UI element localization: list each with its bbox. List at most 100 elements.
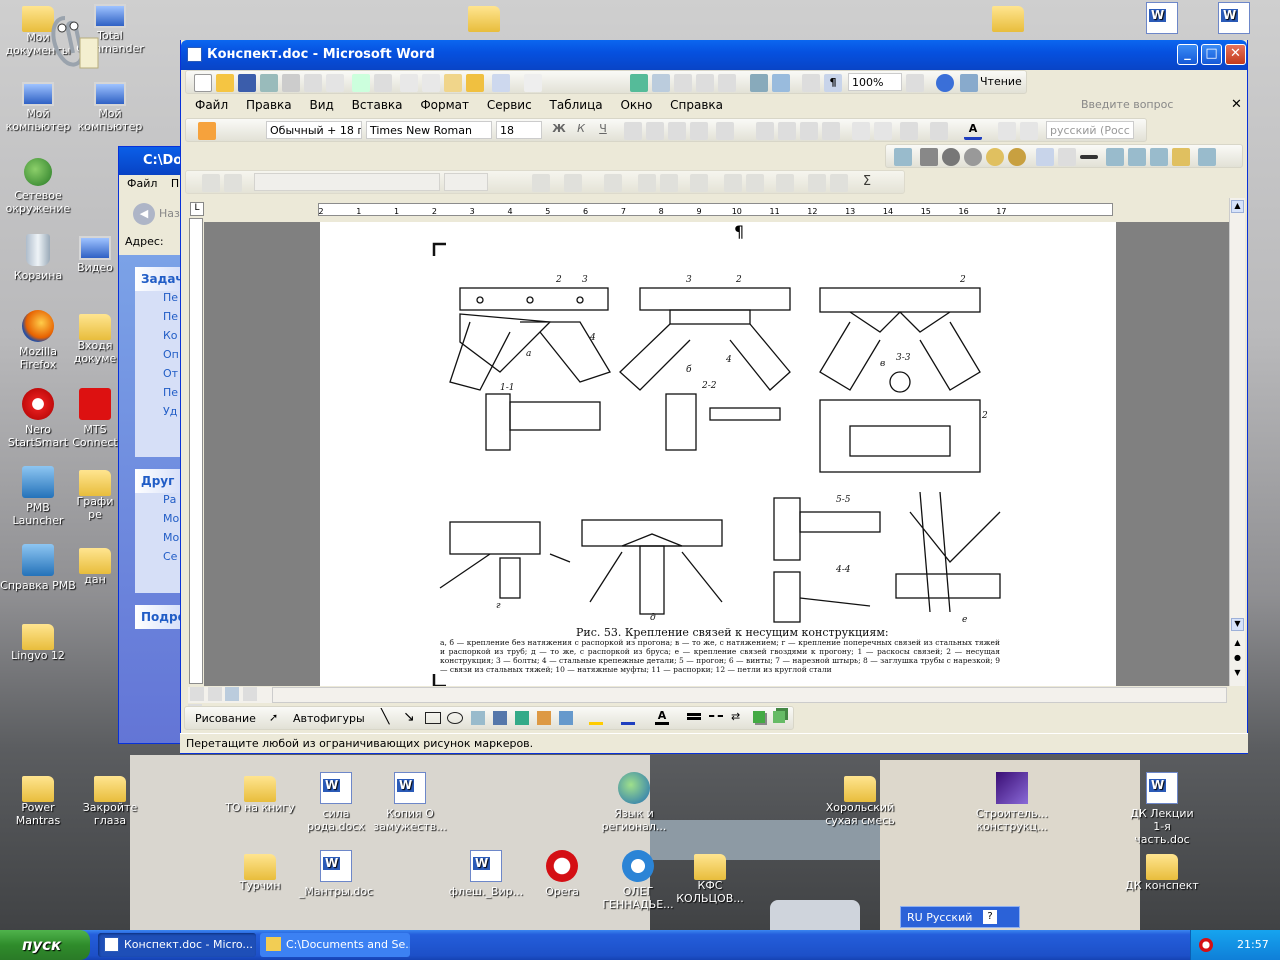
technical-figure[interactable]: 2 3а4 23б4 2в3-32 1-1 2-25-54-4 гд е Рис. 5… bbox=[320, 222, 1116, 686]
italic-icon[interactable]: К bbox=[572, 122, 590, 140]
menu-view[interactable]: Вид bbox=[309, 98, 333, 112]
tab-selector[interactable]: L bbox=[190, 202, 204, 216]
taskbar-item-word[interactable]: Конспект.doc - Micro... bbox=[98, 933, 256, 957]
zoom-field[interactable]: 100% bbox=[848, 73, 902, 91]
permission-icon[interactable] bbox=[260, 74, 278, 92]
word-app-icon[interactable] bbox=[187, 47, 202, 62]
help-icon[interactable] bbox=[936, 74, 954, 92]
brightness-up-icon[interactable] bbox=[986, 148, 1004, 166]
underline-icon[interactable]: Ч bbox=[594, 122, 612, 140]
menu-format[interactable]: Формат bbox=[420, 98, 469, 112]
align-center-icon[interactable] bbox=[646, 122, 664, 140]
menu-close-icon[interactable]: ✕ bbox=[1231, 97, 1242, 112]
normal-view-icon[interactable] bbox=[190, 687, 204, 701]
draw-table-icon[interactable] bbox=[202, 174, 220, 192]
desktop-icon-dk-konspekt[interactable]: ДК конспект bbox=[1124, 850, 1200, 892]
highlight-icon[interactable] bbox=[198, 122, 216, 140]
desktop-icon-to-book[interactable]: ТО на книгу bbox=[222, 772, 298, 814]
justify-icon[interactable] bbox=[690, 122, 708, 140]
help-question-icon[interactable]: ? bbox=[983, 910, 997, 924]
opera-tray-icon[interactable] bbox=[1199, 938, 1213, 952]
superscript-icon[interactable] bbox=[852, 122, 870, 140]
desktop-icon-close-eyes[interactable]: Закройте глаза bbox=[72, 772, 148, 827]
bullets-icon[interactable] bbox=[778, 122, 796, 140]
font-field[interactable]: Times New Roman bbox=[366, 121, 492, 139]
research-icon[interactable] bbox=[374, 74, 392, 92]
menu-window[interactable]: Окно bbox=[620, 98, 652, 112]
print-icon[interactable] bbox=[304, 74, 322, 92]
sort-asc-icon[interactable] bbox=[808, 174, 826, 192]
merge-cells-icon[interactable] bbox=[638, 174, 656, 192]
desktop-icon-nero[interactable]: Nero StartSmart bbox=[0, 388, 76, 449]
line-style-icon[interactable] bbox=[1080, 155, 1098, 159]
back-button[interactable]: ◀ bbox=[133, 203, 155, 225]
preview-icon[interactable] bbox=[326, 74, 344, 92]
reading-mode-button[interactable]: Чтение bbox=[980, 75, 1022, 88]
next-page-icon[interactable]: ▼ bbox=[1231, 668, 1244, 681]
open-icon[interactable] bbox=[216, 74, 234, 92]
format-painter-icon[interactable] bbox=[466, 74, 484, 92]
outline-view-icon[interactable] bbox=[242, 687, 257, 701]
scroll-down-icon[interactable]: ▼ bbox=[1231, 618, 1244, 631]
sort-desc-icon[interactable] bbox=[830, 174, 848, 192]
vertical-ruler[interactable] bbox=[189, 218, 203, 684]
desktop-icon-firefox[interactable]: Mozilla Firefox bbox=[0, 310, 76, 371]
word-titlebar[interactable]: Конспект.doc - Microsoft Word _ □ ✕ bbox=[181, 40, 1247, 70]
browse-object-icon[interactable]: ● bbox=[1231, 653, 1244, 666]
insert-picture-icon[interactable] bbox=[894, 148, 912, 166]
maximize-button[interactable]: □ bbox=[1201, 44, 1222, 65]
menu-insert[interactable]: Вставка bbox=[352, 98, 403, 112]
insert-table-icon[interactable] bbox=[674, 74, 692, 92]
borders-icon[interactable] bbox=[900, 122, 918, 140]
web-view-icon[interactable] bbox=[207, 687, 222, 701]
drawing-icon[interactable] bbox=[750, 74, 768, 92]
desktop-icon-word-top[interactable] bbox=[1196, 2, 1272, 37]
desktop-icon-oleg[interactable]: ОЛЕГ ГЕННАДЬЕ... bbox=[600, 850, 676, 911]
show-hide-icon[interactable] bbox=[802, 74, 820, 92]
scroll-up-icon[interactable]: ▲ bbox=[1231, 200, 1244, 213]
explorer-menu-p[interactable]: П bbox=[171, 177, 179, 190]
copy-icon[interactable] bbox=[422, 74, 440, 92]
contrast-down-icon[interactable] bbox=[964, 148, 982, 166]
compress-icon[interactable] bbox=[1106, 148, 1124, 166]
desktop-icon-copy-marriage[interactable]: Копия О замужеств... bbox=[372, 772, 448, 833]
table-line-style-field[interactable] bbox=[254, 173, 440, 191]
desktop-icon-stroitel[interactable]: Строитель... конструкц... bbox=[974, 772, 1050, 833]
brightness-down-icon[interactable] bbox=[1008, 148, 1026, 166]
redo-icon[interactable] bbox=[524, 74, 542, 92]
bold-icon[interactable]: Ж bbox=[550, 122, 568, 140]
zoom-dropdown-icon[interactable] bbox=[906, 74, 924, 92]
desktop-icon-folder-top-2[interactable] bbox=[970, 2, 1046, 32]
tables-borders-icon[interactable] bbox=[652, 74, 670, 92]
reset-picture-icon[interactable] bbox=[1198, 148, 1216, 166]
numbering-icon[interactable] bbox=[756, 122, 774, 140]
desktop-icon-sila-roda[interactable]: сила рода.docx bbox=[298, 772, 374, 833]
language-bar[interactable]: RU Русский ? bbox=[900, 906, 1020, 928]
align-cell-icon[interactable] bbox=[690, 174, 708, 192]
crop-icon[interactable] bbox=[1036, 148, 1054, 166]
menu-file[interactable]: Файл bbox=[195, 98, 228, 112]
desktop-icon-graphics[interactable]: Графи ре bbox=[72, 466, 118, 521]
desktop-icon-opera[interactable]: Opera bbox=[524, 850, 600, 898]
line-spacing-icon[interactable] bbox=[716, 122, 734, 140]
set-transparent-icon[interactable] bbox=[1172, 148, 1190, 166]
start-button[interactable]: пуск bbox=[0, 930, 90, 960]
desktop-icon-network[interactable]: Сетевое окружение bbox=[0, 158, 76, 215]
horizontal-scrollbar[interactable] bbox=[272, 687, 1227, 703]
desktop-icon-doc-top[interactable] bbox=[1124, 2, 1200, 37]
reading-icon[interactable] bbox=[960, 74, 978, 92]
desktop-icon-kfs[interactable]: КФС КОЛЬЦОВ... bbox=[672, 850, 748, 905]
split-cells-icon[interactable] bbox=[660, 174, 678, 192]
desktop-icon-my-computer-2[interactable]: Мой компьютер bbox=[72, 80, 148, 133]
desktop-icon-incoming[interactable]: Входя докуме bbox=[72, 310, 118, 365]
desktop-icon-khorolsky[interactable]: Хорольский сухая смесь bbox=[822, 772, 898, 827]
desktop-icon-my-computer[interactable]: Мой компьютер bbox=[0, 80, 76, 133]
pilcrow-icon[interactable]: ¶ bbox=[824, 74, 842, 92]
eraser-icon[interactable] bbox=[224, 174, 242, 192]
insert-excel-icon[interactable] bbox=[696, 74, 714, 92]
menu-table[interactable]: Таблица bbox=[550, 98, 603, 112]
print-view-icon[interactable] bbox=[225, 687, 239, 701]
desktop-icon-mantras[interactable]: _Мантры.doc bbox=[298, 850, 374, 898]
columns-icon[interactable] bbox=[718, 74, 736, 92]
desktop-icon-dk-lectures[interactable]: ДК Лекции 1-я часть.doc bbox=[1124, 772, 1200, 846]
